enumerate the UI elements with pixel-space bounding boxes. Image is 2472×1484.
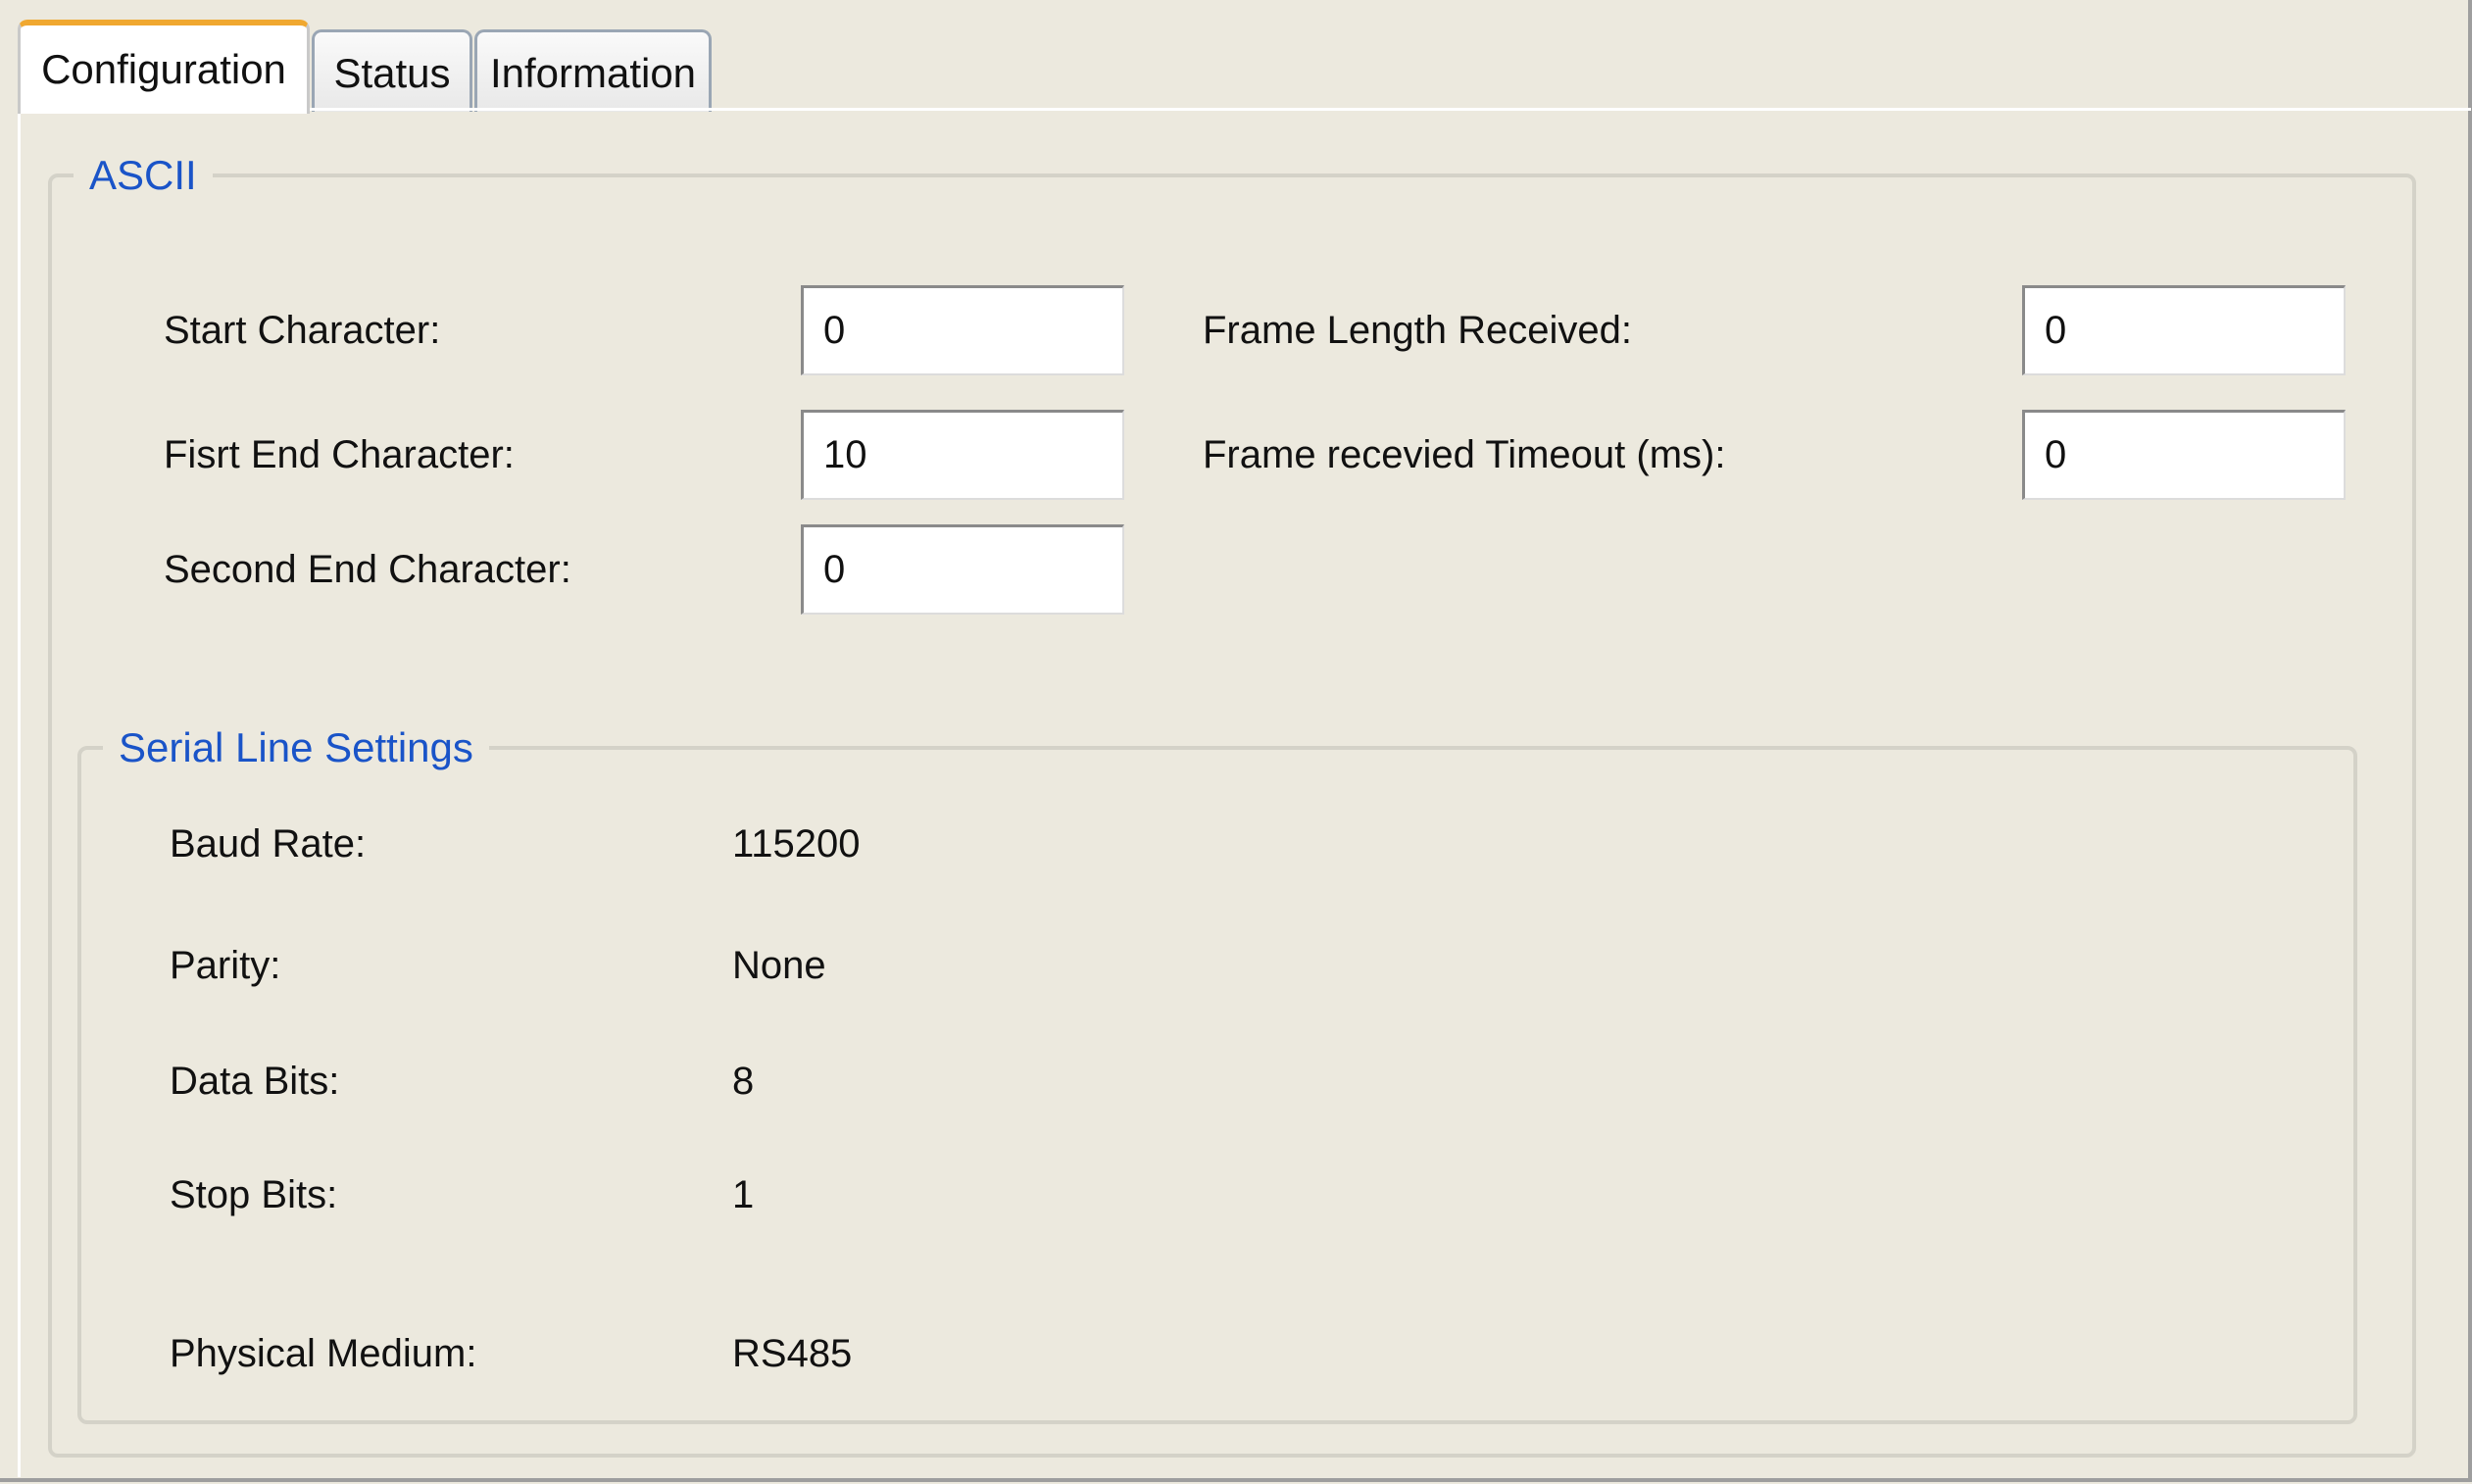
baud-rate-label: Baud Rate: bbox=[170, 822, 367, 866]
ascii-legend: ASCII bbox=[89, 152, 197, 198]
first-end-character-input[interactable] bbox=[801, 410, 1124, 500]
start-character-input[interactable] bbox=[801, 285, 1124, 375]
second-end-character-label: Second End Character: bbox=[164, 548, 571, 591]
stop-bits-label: Stop Bits: bbox=[170, 1173, 338, 1216]
physical-medium-value: RS485 bbox=[732, 1332, 853, 1375]
first-end-character-label: Fisrt End Character: bbox=[164, 433, 515, 476]
physical-medium-label: Physical Medium: bbox=[170, 1332, 477, 1375]
serial-line-settings-group: Serial Line Settings bbox=[77, 724, 2357, 1424]
parity-value: None bbox=[732, 944, 826, 987]
serial-line-settings-legend: Serial Line Settings bbox=[119, 724, 473, 770]
stop-bits-value: 1 bbox=[732, 1173, 755, 1216]
tab-status[interactable]: Status bbox=[312, 29, 472, 112]
tab-information[interactable]: Information bbox=[474, 29, 712, 112]
frame-received-timeout-label: Frame recevied Timeout (ms): bbox=[1203, 433, 1726, 476]
parity-label: Parity: bbox=[170, 944, 281, 987]
tab-configuration[interactable]: Configuration bbox=[18, 20, 310, 114]
frame-length-received-input[interactable] bbox=[2022, 285, 2346, 375]
second-end-character-input[interactable] bbox=[801, 524, 1124, 615]
frame-received-timeout-input[interactable] bbox=[2022, 410, 2346, 500]
baud-rate-value: 115200 bbox=[732, 822, 861, 866]
frame-length-received-label: Frame Length Received: bbox=[1203, 309, 1633, 352]
configuration-panel: ASCII Start Character: Fisrt End Charact… bbox=[18, 108, 2471, 1477]
data-bits-value: 8 bbox=[732, 1060, 755, 1103]
start-character-label: Start Character: bbox=[164, 309, 441, 352]
data-bits-label: Data Bits: bbox=[170, 1060, 340, 1103]
